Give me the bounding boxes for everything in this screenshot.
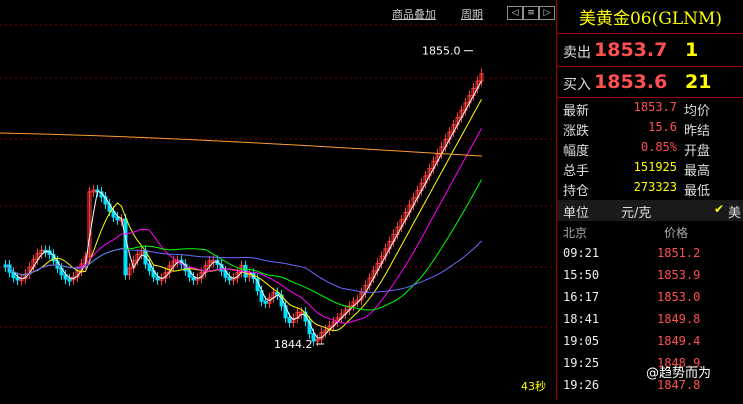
sell-row[interactable]: 卖出 1853.7 1 [557, 37, 743, 65]
sell-label: 卖出 [563, 45, 591, 61]
quote-label: 幅度 [563, 144, 590, 159]
tick-time-header: 北京 [563, 226, 588, 240]
candle [115, 216, 120, 221]
quote-row: 总手 151925 最高 [557, 159, 743, 179]
sell-price: 1853.7 [594, 39, 668, 61]
sell-volume: 1 [685, 39, 699, 61]
candle [67, 278, 72, 282]
quote-label: 持仓 [563, 184, 590, 199]
tick-time: 19:05 [563, 334, 600, 348]
tick-row: 09:21 1851.2 [557, 243, 743, 265]
candle [227, 276, 232, 281]
tick-row: 18:41 1849.8 [557, 309, 743, 331]
check-icon[interactable]: ✔ [714, 202, 724, 216]
ma-line-green [5, 179, 482, 311]
quote-row: 涨跌 15.6 昨结 [557, 119, 743, 139]
quote-value: 1853.7 [633, 100, 677, 114]
buy-price: 1853.6 [594, 71, 668, 93]
candle [287, 317, 292, 324]
quote-label: 开盘 [684, 144, 711, 159]
divider [557, 97, 743, 98]
tick-price: 1849.8 [657, 312, 701, 326]
quote-label: 最低 [684, 184, 711, 199]
buy-row[interactable]: 买入 1853.6 21 [557, 69, 743, 97]
candlestick-chart[interactable]: 1855.0 1844.2 商品叠加 周期 ◁ ≡ ▷ 43秒 [0, 0, 556, 400]
tick-time: 16:17 [563, 290, 600, 304]
menu-icon[interactable]: ≡ [523, 6, 539, 20]
quote-row: 持仓 273323 最低 [557, 179, 743, 199]
tick-time: 19:26 [563, 378, 600, 392]
quote-value: 273323 [633, 180, 677, 194]
period-button[interactable]: 周期 [461, 6, 483, 22]
tick-price-header: 价格 [664, 226, 689, 240]
ma-line-magenta [5, 128, 482, 324]
tick-price: 1853.9 [657, 268, 701, 282]
currency-toggle[interactable]: 美 [728, 202, 741, 221]
candle [191, 276, 196, 281]
quote-label: 最新 [563, 104, 590, 119]
quote-label: 均价 [684, 104, 711, 119]
tick-time: 19:25 [563, 356, 600, 370]
ma-line-yellow [5, 99, 482, 332]
tick-price: 1849.4 [657, 334, 701, 348]
countdown-timer: 43秒 [521, 380, 546, 393]
quote-value: 15.6 [648, 120, 677, 134]
tick-time: 15:50 [563, 268, 600, 282]
chart-toolbar: 商品叠加 周期 ◁ ≡ ▷ [0, 0, 556, 24]
tick-time: 18:41 [563, 312, 600, 326]
tick-header: 北京 价格 [557, 223, 743, 241]
quote-label: 最高 [684, 164, 711, 179]
quote-value: 0.85% [640, 140, 677, 154]
prev-icon[interactable]: ◁ [507, 6, 523, 20]
tick-row: 16:17 1853.0 [557, 287, 743, 309]
quote-panel: 美黄金06(GLNM) 卖出 1853.7 1 买入 1853.6 21 最新 … [556, 0, 743, 400]
quote-row: 最新 1853.7 均价 [557, 99, 743, 119]
ma-line-orange [0, 132, 483, 157]
contract-title: 美黄金06(GLNM) [578, 9, 723, 29]
quote-label: 昨结 [684, 124, 711, 139]
candle [263, 300, 268, 304]
buy-volume: 21 [685, 71, 712, 93]
tick-row: 19:05 1849.4 [557, 331, 743, 353]
candle [123, 218, 128, 276]
quote-row: 幅度 0.85% 开盘 [557, 139, 743, 159]
quote-label: 总手 [563, 164, 590, 179]
overlay-button[interactable]: 商品叠加 [392, 6, 436, 22]
tick-row: 15:50 1853.9 [557, 265, 743, 287]
tick-price: 1853.0 [657, 290, 701, 304]
next-icon[interactable]: ▷ [539, 6, 555, 20]
divider [557, 66, 743, 67]
high-price-label: 1855.0 [422, 45, 461, 58]
quote-label: 涨跌 [563, 124, 590, 139]
candle [155, 276, 160, 281]
candle [15, 277, 20, 281]
unit-bar[interactable]: 单位 元/克 ✔ 美 [557, 200, 743, 221]
unit-value: 元/克 [621, 206, 652, 221]
ma-line-white [5, 80, 482, 339]
buy-label: 买入 [563, 77, 591, 93]
tick-time: 09:21 [563, 246, 600, 260]
tick-price: 1851.2 [657, 246, 701, 260]
unit-label: 单位 [563, 206, 590, 221]
watermark: @趋势而为 [646, 366, 712, 381]
low-price-label: 1844.2 [274, 338, 313, 351]
divider [557, 33, 743, 34]
quote-value: 151925 [633, 160, 677, 174]
chart-canvas: 1855.0 1844.2 [0, 24, 556, 351]
